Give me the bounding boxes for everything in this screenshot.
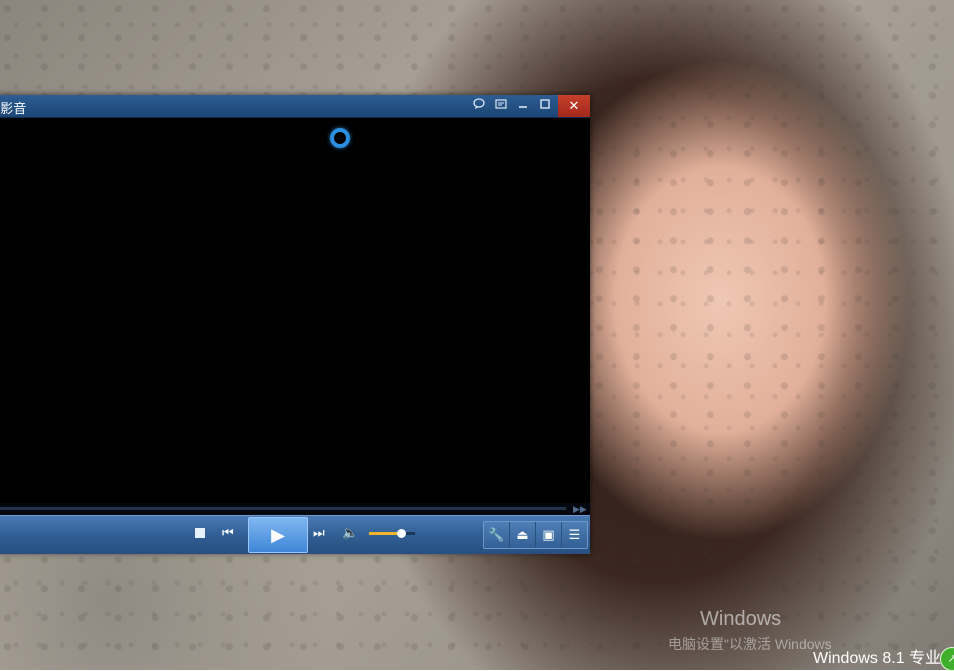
tool-button-group: 🔧 ⏏ ▣ ☰ [483,521,588,549]
seek-end-icon: ▶▶ [573,504,587,514]
previous-button[interactable]: ⏮ [222,525,234,541]
stop-button[interactable] [193,526,207,540]
wrench-icon[interactable]: 🔧 [484,522,510,548]
screen-icon[interactable]: ▣ [536,522,562,548]
close-icon[interactable]: ✕ [558,95,590,117]
control-bar: ⏮ ▶ ⏭ 🔈 🔧 ⏏ ▣ ☰ [0,515,590,554]
player-title: Q影音 [0,102,27,117]
player-titlebar[interactable]: Q影音 ✕ [0,95,590,118]
windows-edition-label: Windows 8.1 专业 [813,650,942,667]
eject-icon[interactable]: ⏏ [510,522,536,548]
media-player-window[interactable]: Q影音 ✕ ▶▶ ⏮ ▶ ⏭ 🔈 🔧 [0,95,590,554]
activation-watermark-title: Windows [700,608,782,630]
video-area[interactable] [0,118,590,503]
seek-track[interactable] [0,507,566,510]
minimize-icon[interactable] [512,95,534,117]
play-button[interactable]: ▶ [248,517,308,553]
maximize-icon[interactable] [534,95,556,117]
next-button[interactable]: ⏭ [313,525,325,541]
volume-icon[interactable]: 🔈 [342,525,358,541]
volume-knob[interactable] [397,529,407,538]
activation-watermark-subtitle: 电脑设置"以激活 Windows [668,636,832,652]
window-menu-icon[interactable] [490,95,512,117]
volume-slider[interactable] [369,529,415,538]
playlist-icon[interactable]: ☰ [562,522,587,548]
loading-spinner [330,128,350,148]
speech-bubble-icon[interactable] [468,95,490,117]
seek-bar[interactable]: ▶▶ [0,503,590,515]
